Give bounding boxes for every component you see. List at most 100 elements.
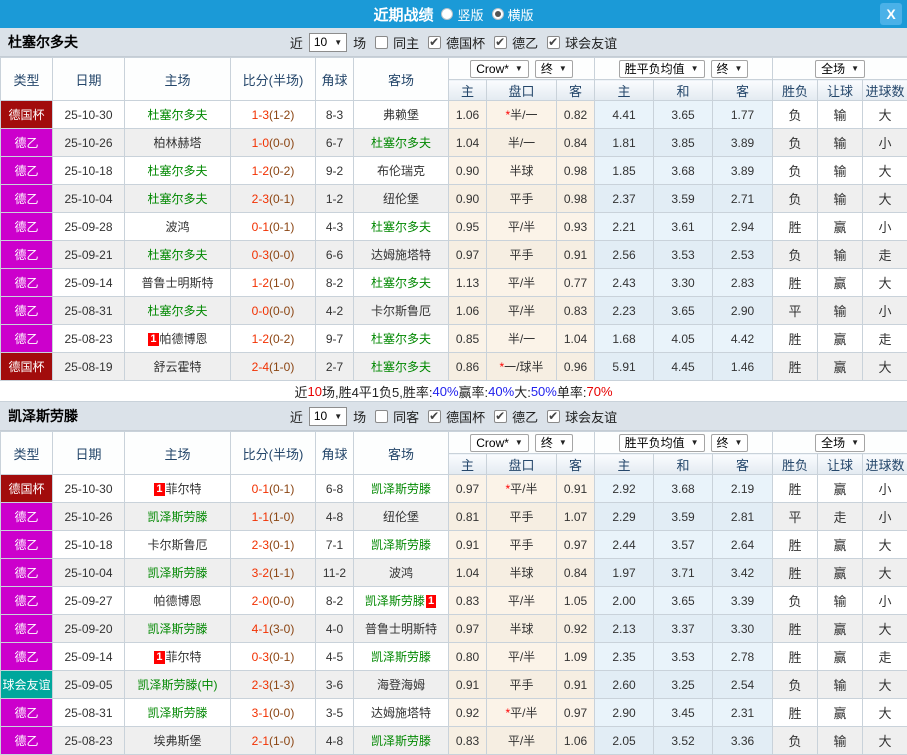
german-cup-label: 德国杯 bbox=[446, 33, 485, 52]
matches-table: 类型 日期 主场 比分(半场) 角球 客场 Crow*▼终▼ 胜平负均值▼终▼ … bbox=[0, 431, 907, 755]
chevron-down-icon: ▼ bbox=[691, 438, 699, 447]
handicap-text: 平手 bbox=[509, 678, 533, 692]
result-winlose: 负 bbox=[773, 727, 818, 755]
avg-time-dropdown[interactable]: 终▼ bbox=[711, 60, 749, 78]
col-odds-home: 主 bbox=[449, 454, 487, 475]
chevron-down-icon: ▼ bbox=[515, 438, 523, 447]
handicap-away-odds: 0.91 bbox=[557, 241, 595, 269]
friendly-checkbox[interactable] bbox=[547, 410, 560, 423]
result-winlose: 胜 bbox=[773, 353, 818, 381]
col-odds-away: 客 bbox=[557, 80, 595, 101]
handicap-time-dropdown[interactable]: 终▼ bbox=[535, 434, 573, 452]
close-icon[interactable]: X bbox=[880, 3, 902, 25]
match-score: 1-2(0-2) bbox=[231, 325, 316, 353]
avg-dropdown[interactable]: 胜平负均值▼ bbox=[619, 434, 705, 452]
team-text: 凯泽斯劳滕 bbox=[147, 510, 207, 524]
horizontal-radio[interactable] bbox=[492, 8, 504, 20]
match-type: 德国杯 bbox=[1, 353, 53, 381]
match-score: 2-3(1-3) bbox=[231, 671, 316, 699]
result-handicap: 赢 bbox=[818, 643, 863, 671]
match-date: 25-08-23 bbox=[53, 727, 125, 755]
handicap-home-odds: 0.90 bbox=[449, 185, 487, 213]
corner-score: 3-5 bbox=[316, 699, 354, 727]
match-count-select[interactable]: 10▼ bbox=[309, 407, 347, 426]
avg-away-odds: 4.42 bbox=[713, 325, 773, 353]
halftime-score: (0-1) bbox=[269, 650, 294, 664]
same-venue-checkbox[interactable] bbox=[375, 410, 388, 423]
friendly-checkbox[interactable] bbox=[547, 36, 560, 49]
result-winlose: 胜 bbox=[773, 531, 818, 559]
bundesliga2-checkbox[interactable] bbox=[494, 410, 507, 423]
handicap-home-odds: 1.13 bbox=[449, 269, 487, 297]
match-count-select[interactable]: 10▼ bbox=[309, 33, 347, 52]
handicap-home-odds: 0.90 bbox=[449, 157, 487, 185]
home-team: 普鲁士明斯特 bbox=[125, 269, 231, 297]
handicap-time-dropdown[interactable]: 终▼ bbox=[535, 60, 573, 78]
home-team: 凯泽斯劳滕 bbox=[125, 559, 231, 587]
bundesliga2-label: 德乙 bbox=[512, 33, 538, 52]
handicap-text: 平/半 bbox=[508, 734, 535, 748]
avg-away-odds: 2.19 bbox=[713, 475, 773, 503]
corner-score: 7-1 bbox=[316, 531, 354, 559]
match-row: 德乙25-10-26凯泽斯劳滕1-1(1-0)4-8纽伦堡0.81平手1.072… bbox=[1, 503, 907, 531]
team-text: 凯泽斯劳滕 bbox=[147, 622, 207, 636]
avg-away-odds: 2.53 bbox=[713, 241, 773, 269]
avg-dropdown[interactable]: 胜平负均值▼ bbox=[619, 60, 705, 78]
bookmaker-dropdown[interactable]: Crow*▼ bbox=[470, 60, 529, 78]
team-text: 凯泽斯劳滕 bbox=[371, 650, 431, 664]
chevron-down-icon: ▼ bbox=[334, 412, 342, 421]
avg-away-odds: 2.78 bbox=[713, 643, 773, 671]
handicap-away-odds: 0.91 bbox=[557, 475, 595, 503]
chevron-down-icon: ▼ bbox=[851, 64, 859, 73]
result-handicap: 输 bbox=[818, 101, 863, 129]
team-text: 凯泽斯劳滕 bbox=[371, 482, 431, 496]
result-goals: 走 bbox=[863, 325, 907, 353]
chevron-down-icon: ▼ bbox=[559, 64, 567, 73]
avg-away-odds: 3.39 bbox=[713, 587, 773, 615]
section-kaiserslautern: 凯泽斯劳滕 近 10▼ 场 同客 德国杯 德乙 球会友谊 类型 bbox=[0, 402, 907, 755]
match-type: 德乙 bbox=[1, 269, 53, 297]
fulltime-score: 3-1 bbox=[252, 706, 269, 720]
result-winlose: 负 bbox=[773, 101, 818, 129]
bundesliga2-checkbox[interactable] bbox=[494, 36, 507, 49]
games-label: 场 bbox=[353, 407, 366, 426]
avg-away-odds: 2.90 bbox=[713, 297, 773, 325]
vertical-radio-label: 竖版 bbox=[457, 5, 483, 24]
team-text: 杜塞尔多夫 bbox=[371, 276, 431, 290]
vertical-layout-option[interactable]: 竖版 bbox=[441, 5, 483, 24]
result-winlose: 胜 bbox=[773, 699, 818, 727]
result-handicap: 输 bbox=[818, 241, 863, 269]
halftime-score: (0-0) bbox=[269, 304, 294, 318]
fulltime-score: 2-3 bbox=[252, 538, 269, 552]
same-venue-checkbox[interactable] bbox=[375, 36, 388, 49]
handicap-text: 半/一 bbox=[508, 136, 535, 150]
fulltime-score: 3-2 bbox=[252, 566, 269, 580]
match-type: 德国杯 bbox=[1, 101, 53, 129]
handicap-home-odds: 0.81 bbox=[449, 503, 487, 531]
team-text: 普鲁士明斯特 bbox=[365, 622, 437, 636]
away-team: 杜塞尔多夫 bbox=[354, 325, 449, 353]
german-cup-checkbox[interactable] bbox=[428, 410, 441, 423]
result-winlose: 负 bbox=[773, 241, 818, 269]
result-winlose: 负 bbox=[773, 157, 818, 185]
handicap-line: 平手 bbox=[487, 671, 557, 699]
handicap-text: 半/一 bbox=[508, 332, 535, 346]
fulltime-dropdown[interactable]: 全场▼ bbox=[815, 60, 865, 78]
avg-home-odds: 5.91 bbox=[595, 353, 654, 381]
summary-segment: 胜率: bbox=[403, 382, 433, 401]
team-text: 普鲁士明斯特 bbox=[141, 276, 213, 290]
vertical-radio[interactable] bbox=[441, 8, 453, 20]
match-date: 25-08-31 bbox=[53, 699, 125, 727]
avg-away-odds: 3.89 bbox=[713, 129, 773, 157]
handicap-line: 平手 bbox=[487, 241, 557, 269]
handicap-line: 平/半 bbox=[487, 643, 557, 671]
handicap-text: 平/半 bbox=[510, 482, 537, 496]
avg-time-dropdown[interactable]: 终▼ bbox=[711, 434, 749, 452]
result-goals: 大 bbox=[863, 727, 907, 755]
fulltime-score: 2-0 bbox=[252, 594, 269, 608]
german-cup-checkbox[interactable] bbox=[428, 36, 441, 49]
fulltime-dropdown[interactable]: 全场▼ bbox=[815, 434, 865, 452]
bookmaker-dropdown[interactable]: Crow*▼ bbox=[470, 434, 529, 452]
chevron-down-icon: ▼ bbox=[691, 64, 699, 73]
horizontal-layout-option[interactable]: 横版 bbox=[492, 5, 534, 24]
